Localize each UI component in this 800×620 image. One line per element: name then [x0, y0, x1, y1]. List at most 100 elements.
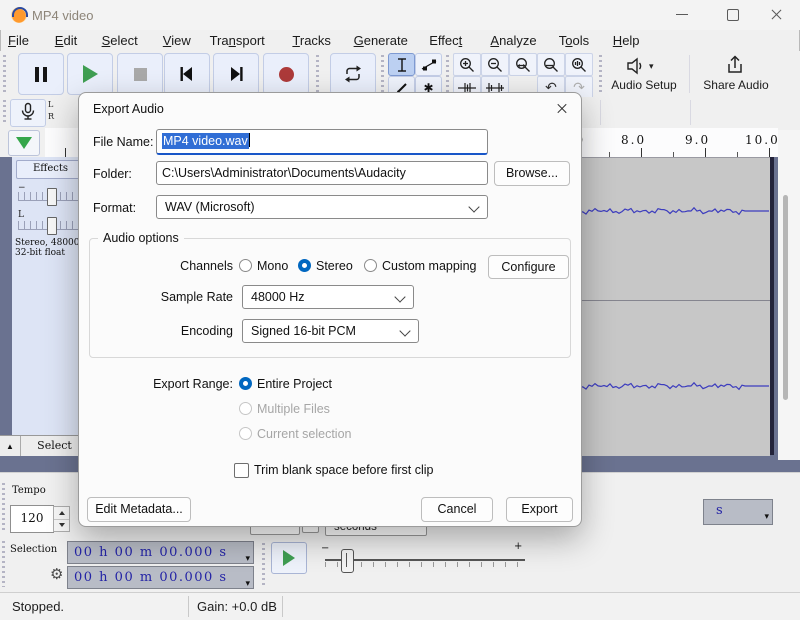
pan-left-label: L: [18, 210, 24, 220]
envelope-tool-button[interactable]: [415, 53, 442, 76]
maximize-button[interactable]: [712, 0, 754, 30]
toolbar-grip[interactable]: [599, 55, 602, 93]
play-at-speed-icon: [283, 550, 295, 566]
format-dropdown[interactable]: WAV (Microsoft): [156, 195, 488, 219]
gear-icon[interactable]: ⚙: [50, 565, 63, 583]
share-audio-label: Share Audio: [696, 78, 776, 92]
menu-item-tracks[interactable]: Tracks: [292, 33, 331, 48]
play-at-speed-button[interactable]: [271, 542, 307, 574]
menu-item-edit[interactable]: Edit: [55, 33, 77, 48]
status-separator: [188, 596, 189, 617]
toolbar-grip[interactable]: [446, 55, 449, 93]
skip-to-end-button[interactable]: [213, 53, 259, 95]
edit-metadata-button[interactable]: Edit Metadata...: [87, 497, 191, 522]
encoding-dropdown[interactable]: Signed 16-bit PCM: [242, 319, 419, 343]
export-button[interactable]: Export: [506, 497, 573, 522]
record-icon: [279, 67, 294, 82]
toolbar-grip[interactable]: [2, 483, 5, 531]
toolbar-grip[interactable]: [381, 55, 384, 93]
channels-label: Channels: [139, 259, 233, 273]
toolbar-grip[interactable]: [3, 55, 6, 93]
selection-end-value: 00 h 00 m 00.000 s: [74, 570, 228, 585]
skip-to-start-button[interactable]: [164, 53, 210, 95]
tempo-value-field[interactable]: 120: [10, 505, 54, 533]
effects-button[interactable]: Effects: [16, 160, 85, 179]
tempo-spinner[interactable]: [53, 506, 70, 532]
audio-setup-button[interactable]: ▾ Audio Setup: [606, 53, 682, 94]
menu-item-transport[interactable]: Transport: [210, 33, 265, 48]
custom-mapping-radio[interactable]: [364, 259, 377, 272]
status-separator: [282, 596, 283, 617]
title-bar[interactable]: MP4 video: [0, 0, 800, 30]
minimize-button[interactable]: [662, 0, 704, 30]
zoom-selection-icon: [515, 57, 531, 73]
stop-button[interactable]: [117, 53, 163, 95]
collapse-track-button[interactable]: ▲: [0, 436, 21, 456]
stereo-radio[interactable]: [298, 259, 311, 272]
menu-item-select[interactable]: Select: [102, 33, 138, 48]
tempo-down-button[interactable]: [54, 519, 69, 531]
toolbar-grip[interactable]: [2, 541, 5, 587]
speed-slider-thumb[interactable]: [341, 549, 354, 573]
menu-item-analyze[interactable]: Analyze: [490, 33, 536, 48]
zoom-out-button[interactable]: [481, 53, 509, 76]
maximize-icon: [727, 9, 739, 21]
pan-slider-thumb[interactable]: [47, 217, 57, 235]
clip-right-edge: [770, 157, 774, 455]
zoom-in-button[interactable]: [453, 53, 481, 76]
cancel-button[interactable]: Cancel: [421, 497, 493, 522]
selection-tool-button[interactable]: [388, 53, 415, 76]
toolbar-grip[interactable]: [316, 55, 319, 93]
chevron-down-icon: [394, 291, 405, 302]
share-audio-button[interactable]: Share Audio: [696, 53, 776, 94]
menu-item-view[interactable]: View: [163, 33, 191, 48]
mono-radio[interactable]: [239, 259, 252, 272]
menu-item-tools[interactable]: Tools: [559, 33, 589, 48]
zoom-toggle-button[interactable]: [537, 53, 565, 76]
selection-start-field[interactable]: 00 h 00 m 00.000 s ▾: [67, 541, 254, 564]
selection-end-field[interactable]: 00 h 00 m 00.000 s ▾: [67, 566, 254, 589]
vertical-scrollbar[interactable]: [778, 130, 800, 460]
configure-button[interactable]: Configure: [488, 255, 569, 279]
file-name-input[interactable]: MP4 video.wav: [156, 129, 488, 155]
multiple-files-radio: [239, 402, 252, 415]
fit-project-button[interactable]: [565, 53, 593, 76]
dialog-title: Export Audio: [93, 102, 164, 116]
folder-input[interactable]: C:\Users\Administrator\Documents\Audacit…: [156, 161, 488, 185]
mono-label: Mono: [257, 259, 288, 273]
record-meter-button[interactable]: [10, 99, 46, 127]
toolbar-grip[interactable]: [3, 100, 6, 125]
menu-bar: File Edit Select View Transport Tracks Generat…: [0, 30, 800, 51]
entire-project-radio[interactable]: [239, 377, 252, 390]
pinned-playhead-button[interactable]: [8, 130, 40, 156]
pause-button[interactable]: [18, 53, 64, 95]
custom-mapping-label: Custom mapping: [382, 259, 477, 273]
gain-slider-thumb[interactable]: [47, 188, 57, 206]
sample-rate-dropdown[interactable]: 48000 Hz: [242, 285, 414, 309]
playhead-icon: [16, 137, 32, 149]
speaker-icon: [626, 57, 646, 75]
vertical-scrollbar-thumb[interactable]: [783, 195, 788, 400]
pause-icon: [35, 67, 47, 82]
menu-item-help[interactable]: Help: [613, 33, 640, 48]
speed-slider-track[interactable]: [325, 559, 525, 561]
dialog-close-button[interactable]: [551, 98, 573, 120]
share-icon: [724, 55, 746, 75]
play-button[interactable]: [67, 53, 113, 95]
menu-item-file[interactable]: File: [8, 33, 29, 48]
current-selection-label: Current selection: [257, 427, 352, 441]
menu-item-generate[interactable]: Generate: [354, 33, 408, 48]
close-button[interactable]: [756, 0, 798, 30]
loop-button[interactable]: [330, 53, 376, 95]
browse-button[interactable]: Browse...: [494, 161, 570, 186]
record-button[interactable]: [263, 53, 309, 95]
loop-icon: [342, 65, 364, 83]
audio-position-field[interactable]: s ▾: [703, 499, 773, 525]
zoom-selection-button[interactable]: [509, 53, 537, 76]
status-message: Stopped.: [12, 599, 64, 614]
tempo-label: Tempo: [12, 485, 46, 496]
toolbar-grip[interactable]: [262, 543, 265, 587]
trim-blank-space-checkbox[interactable]: [234, 463, 249, 478]
menu-item-effect[interactable]: Effect: [429, 33, 462, 48]
speed-slider-ticks: [325, 562, 525, 567]
